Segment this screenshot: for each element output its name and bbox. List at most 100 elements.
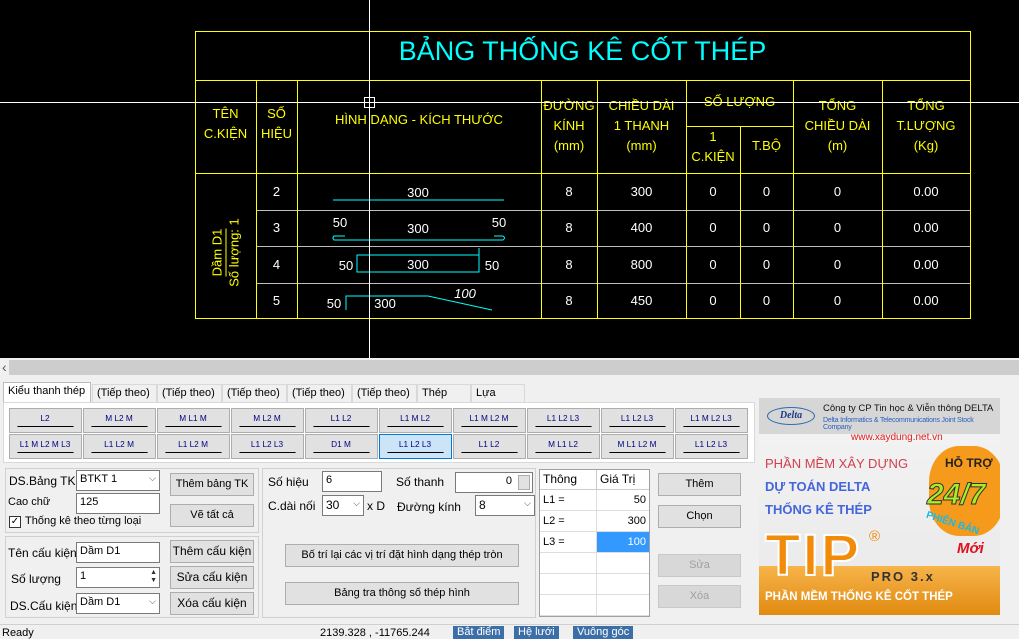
cdai-noi-label: C.dài nối — [268, 499, 316, 513]
shape-label: L1 L2 L3 — [621, 414, 654, 423]
stepper-arrows-icon[interactable]: ▲ ▼ — [150, 569, 157, 585]
shape-button[interactable]: L1 L2 L3 — [231, 434, 304, 459]
shape-button[interactable]: L2 — [9, 408, 82, 433]
shape-button[interactable]: L1 L2 L3 — [675, 434, 748, 459]
so-luong-value: 1 — [80, 570, 87, 582]
tab-6[interactable]: Thép hình — [417, 384, 471, 415]
so-thanh-input[interactable]: 0 — [455, 472, 533, 493]
params-row[interactable] — [540, 595, 649, 616]
xoa-ck-button[interactable]: Xóa cấu kiện — [170, 592, 254, 615]
snap-toggle[interactable]: Bắt điểm — [453, 626, 505, 639]
shape-button[interactable]: L1 L2 L3 — [379, 434, 452, 459]
tab-1[interactable]: (Tiếp theo) — [92, 384, 157, 402]
shape-label: L1 M L2 — [400, 414, 430, 423]
duong-kinh-select[interactable]: 8 ⌵ — [475, 495, 535, 516]
param-value[interactable]: 300 — [597, 511, 649, 531]
chon-button[interactable]: Chọn — [658, 505, 741, 528]
shape-button[interactable]: L1 M L2 M — [453, 408, 526, 433]
them-ck-button[interactable]: Thêm cấu kiện — [170, 540, 254, 563]
shape-button[interactable]: L1 L2 M — [157, 434, 230, 459]
params-row[interactable]: L3 = 100 — [540, 532, 649, 553]
params-row[interactable] — [540, 574, 649, 595]
param-value[interactable] — [597, 595, 649, 615]
so-hieu-input[interactable]: 6 — [322, 471, 382, 492]
u-bar-2-icon: L1 L2 L3 — [609, 414, 666, 427]
shape-button[interactable]: L1 M L2 — [379, 408, 452, 433]
crosshair-vertical — [369, 0, 370, 358]
bang-tra-button[interactable]: Bảng tra thông số thép hình — [285, 582, 519, 605]
thong-ke-checkbox[interactable]: ✓ — [9, 516, 21, 528]
u-hook-icon: L1 M L2 M — [461, 414, 518, 427]
ad-banner[interactable]: Delta Công ty CP Tin học & Viễn thông DE… — [759, 398, 1000, 615]
shape-button[interactable]: L1 L2 — [305, 408, 378, 433]
them-button[interactable]: Thêm — [658, 473, 741, 496]
thong-ke-label: Thống kê theo từng loại — [25, 515, 142, 527]
param-value[interactable]: 100 — [597, 532, 649, 552]
so-luong-stepper[interactable]: 1 ▲ ▼ — [76, 567, 160, 588]
horizontal-scrollbar[interactable]: ‹ — [0, 359, 1019, 376]
params-row[interactable] — [540, 553, 649, 574]
shape-button[interactable]: L1 L2 L3 — [527, 408, 600, 433]
shape-label: M L1 L2 — [548, 440, 578, 449]
them-bang-tk-button[interactable]: Thêm bảng TK — [170, 473, 254, 496]
so-thanh-spin[interactable] — [518, 475, 530, 490]
ad-support: HỖ TRỢ — [945, 456, 993, 470]
grid-toggle[interactable]: Hệ lưới — [514, 626, 559, 639]
shape-label: M L2 M — [105, 414, 133, 423]
tab-4[interactable]: (Tiếp theo) — [287, 384, 352, 402]
tab-2[interactable]: (Tiếp theo) — [157, 384, 222, 402]
cao-chu-input[interactable]: 125 — [76, 493, 160, 514]
chevron-down-icon: ⌵ — [353, 498, 360, 508]
cad-drawing-canvas[interactable]: BẢNG THỐNG KÊ CỐT THÉP TÊN C.KIỆN SỐ HIỆ… — [0, 0, 1019, 358]
chevron-down-icon: ⌵ — [524, 498, 531, 508]
tab-7[interactable]: Lựa chọn — [471, 384, 525, 415]
dim-4-l3: 50 — [484, 258, 500, 273]
ve-tat-ca-button[interactable]: Vẽ tất cả — [170, 504, 254, 527]
shape-button[interactable]: D1 M — [305, 434, 378, 459]
shape-button[interactable]: L1 M L2 M L3 — [9, 434, 82, 459]
tab-5[interactable]: (Tiếp theo) — [352, 384, 417, 402]
param-value[interactable] — [597, 574, 649, 594]
crank-bar-icon: L1 L2 L3 — [683, 440, 740, 453]
tab-0[interactable]: Kiểu thanh thép — [3, 382, 91, 403]
shape-button[interactable]: M L2 M — [83, 408, 156, 433]
params-row[interactable]: L1 = 50 — [540, 490, 649, 511]
ten-ck-input[interactable]: Dầm D1 — [76, 542, 160, 563]
params-row[interactable]: L2 = 300 — [540, 511, 649, 532]
scroll-left-button[interactable]: ‹ — [2, 359, 7, 375]
bent-hook-2-icon: M L1 L2 M — [609, 440, 666, 453]
param-value[interactable]: 50 — [597, 490, 649, 510]
cdai-noi-select[interactable]: 30 ⌵ — [322, 495, 364, 516]
ds-bang-select[interactable]: BTKT 1 ⌵ — [76, 470, 160, 491]
dim-4-l2: 300 — [407, 257, 429, 272]
shape-button[interactable]: L1 L2 — [453, 434, 526, 459]
bo-tri-button[interactable]: Bố trí lại các vị trí đặt hình dạng thép… — [285, 544, 519, 567]
shape-button[interactable]: L1 L2 M — [83, 434, 156, 459]
shape-button[interactable]: M L1 L2 M — [601, 434, 674, 459]
shape-button[interactable]: M L2 M — [231, 408, 304, 433]
dim-5-l1: 50 — [326, 296, 342, 311]
ds-ck-select[interactable]: Dầm D1 ⌵ — [76, 593, 160, 614]
scroll-track[interactable] — [9, 360, 1019, 375]
ortho-toggle[interactable]: Vuông góc — [573, 626, 634, 639]
param-value[interactable] — [597, 553, 649, 573]
hook-both-icon: M L2 M — [91, 414, 148, 427]
shape-button[interactable]: L1 L2 L3 — [601, 408, 674, 433]
param-key: L1 = — [540, 490, 597, 510]
chevron-down-icon: ⌵ — [149, 596, 156, 606]
chevron-down-icon: ⌵ — [149, 473, 156, 483]
params-grid[interactable]: Thông Giá Trị L1 = 50 L2 = 300 L3 = 100 — [539, 469, 650, 617]
shape-button[interactable]: M L1 M — [157, 408, 230, 433]
shape-label: L1 L2 M — [178, 440, 208, 449]
shape-3-line — [332, 235, 505, 241]
xoa-button[interactable]: Xóa — [658, 585, 741, 608]
dim-4-l1: 50 — [338, 258, 354, 273]
tab-3[interactable]: (Tiếp theo) — [222, 384, 287, 402]
shape-button[interactable]: M L1 L2 — [527, 434, 600, 459]
sua-ck-button[interactable]: Sửa cấu kiện — [170, 566, 254, 589]
sua-button[interactable]: Sửa — [658, 554, 741, 577]
cao-chu-label: Cao chữ — [8, 496, 51, 508]
shape-label: L1 L2 L3 — [399, 440, 432, 449]
shape-button[interactable]: L1 M L2 L3 — [675, 408, 748, 433]
l-bend-icon: L1 L2 — [313, 414, 370, 427]
